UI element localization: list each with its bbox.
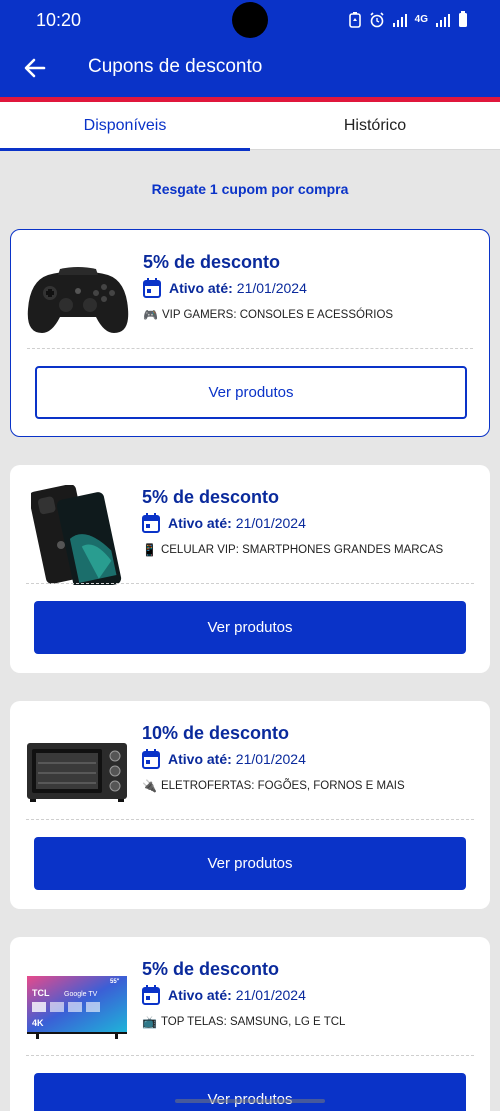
- battery-icon: [459, 11, 467, 27]
- coupon-card[interactable]: TCL Google TV 55" 4K 5% de desconto Ativ…: [10, 937, 490, 1111]
- page-title: Cupons de desconto: [88, 56, 263, 77]
- category-label: TOP TELAS: SAMSUNG, LG E TCL: [160, 1016, 346, 1028]
- coupon-validity: Ativo até: 21/01/2024: [142, 513, 306, 533]
- validity-date: 21/01/2024: [235, 515, 306, 531]
- redeem-hint: Resgate 1 cupom por compra: [151, 181, 349, 197]
- coupon-validity: Ativo até: 21/01/2024: [142, 985, 306, 1005]
- coupon-title: 10% de desconto: [142, 723, 290, 743]
- tv-size: 55": [110, 979, 120, 985]
- signal-icon: [392, 13, 407, 27]
- coupon-card[interactable]: 5% de desconto Ativo até: 21/01/2024 📱 C…: [10, 465, 490, 673]
- validity-label: Ativo até:: [168, 515, 232, 531]
- tv-brand: TCL: [32, 988, 50, 998]
- signal-icon-2: [436, 13, 450, 27]
- tab-bar: Disponíveis Histórico: [0, 102, 500, 151]
- view-products-button[interactable]: Ver produtos: [34, 1073, 466, 1111]
- view-products-button[interactable]: Ver produtos: [34, 837, 466, 890]
- electric-oven-image: [24, 721, 130, 821]
- view-products-button[interactable]: Ver produtos: [34, 601, 466, 654]
- coupon-title: 5% de desconto: [142, 959, 280, 979]
- validity-label: Ativo até:: [169, 280, 233, 296]
- tab-historico[interactable]: Histórico: [250, 102, 500, 150]
- coupon-card[interactable]: 5% de desconto Ativo até: 21/01/2024 🎮 V…: [10, 229, 490, 437]
- status-time: 10:20: [36, 10, 82, 30]
- tv-image: TCL Google TV 55" 4K: [24, 957, 130, 1057]
- battery-saver-icon: [348, 11, 361, 28]
- tv-resolution: 4K: [32, 1018, 44, 1028]
- view-products-button[interactable]: Ver produtos: [35, 366, 467, 419]
- divider: [26, 819, 474, 820]
- coupon-validity: Ativo até: 21/01/2024: [142, 749, 306, 769]
- coupon-title: 5% de desconto: [142, 487, 280, 507]
- category-label: CELULAR VIP: SMARTPHONES GRANDES MARCAS: [160, 544, 444, 556]
- status-bar: 10:20 4G: [0, 0, 500, 40]
- divider: [26, 583, 474, 584]
- validity-date: 21/01/2024: [236, 280, 307, 296]
- tv-os: Google TV: [64, 991, 98, 998]
- phone-icon: 📱: [142, 543, 157, 557]
- plug-icon: 🔌: [142, 779, 157, 793]
- calendar-icon: [143, 278, 161, 298]
- network-type: 4G: [414, 13, 428, 25]
- camera-cutout: [232, 2, 268, 38]
- validity-date: 21/01/2024: [235, 987, 306, 1003]
- calendar-icon: [142, 513, 160, 533]
- divider: [26, 1055, 474, 1056]
- status-icons: 4G: [348, 11, 468, 28]
- validity-label: Ativo até:: [168, 751, 232, 767]
- coupon-category: 🎮 VIP GAMERS: CONSOLES E ACESSÓRIOS: [143, 308, 393, 322]
- validity-date: 21/01/2024: [235, 751, 306, 767]
- tv-icon: 📺: [142, 1015, 157, 1029]
- coupon-title: 5% de desconto: [143, 252, 281, 272]
- coupon-validity: Ativo até: 21/01/2024: [143, 278, 307, 298]
- validity-label: Ativo até:: [168, 987, 232, 1003]
- coupon-category: 📱 CELULAR VIP: SMARTPHONES GRANDES MARCA…: [142, 543, 443, 557]
- category-label: VIP GAMERS: CONSOLES E ACESSÓRIOS: [161, 309, 394, 321]
- coupon-card[interactable]: 10% de desconto Ativo até: 21/01/2024 🔌 …: [10, 701, 490, 909]
- category-label: ELETROFERTAS: FOGÕES, FORNOS E MAIS: [160, 780, 405, 792]
- back-arrow-icon[interactable]: [22, 55, 48, 81]
- gamepad-icon: 🎮: [143, 308, 158, 322]
- calendar-icon: [142, 749, 160, 769]
- alarm-icon: [370, 11, 384, 27]
- coupon-category: 📺 TOP TELAS: SAMSUNG, LG E TCL: [142, 1015, 345, 1029]
- tab-disponiveis[interactable]: Disponíveis: [0, 102, 250, 151]
- gesture-home-bar[interactable]: [175, 1099, 325, 1103]
- game-controller-image: [25, 250, 131, 350]
- coupon-category: 🔌 ELETROFERTAS: FOGÕES, FORNOS E MAIS: [142, 779, 405, 793]
- divider: [27, 348, 473, 349]
- calendar-icon: [142, 985, 160, 1005]
- smartphone-image: [24, 485, 130, 585]
